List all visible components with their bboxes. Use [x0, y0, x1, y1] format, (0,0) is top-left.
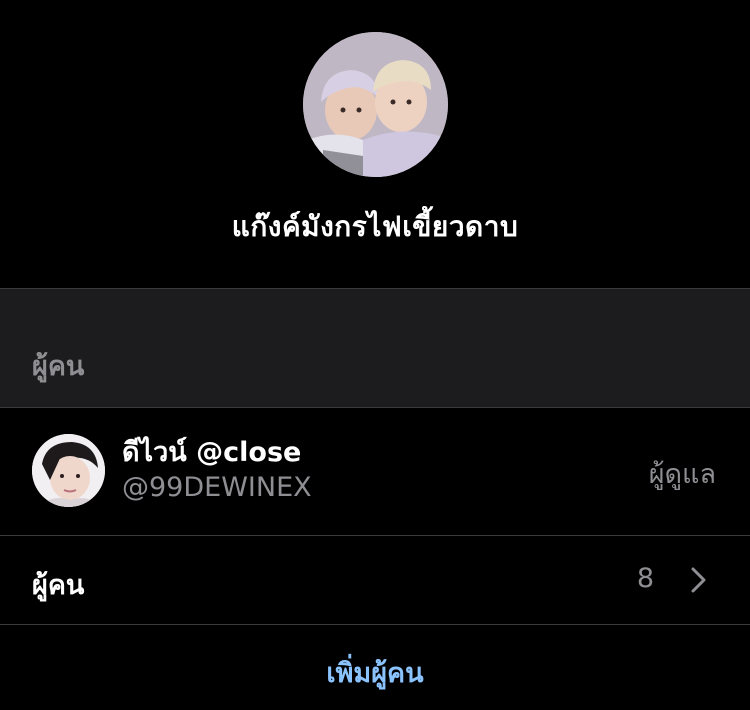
people-count: 8	[636, 563, 654, 594]
group-avatar[interactable]	[303, 32, 448, 177]
member-name: ดีไวน์ @close	[122, 437, 302, 468]
member-avatar[interactable]	[32, 434, 105, 507]
member-handle: @99DEWINEX	[122, 472, 312, 503]
group-name: แก๊งค์มังกรไฟเขี้ยวดาบ	[231, 210, 519, 243]
add-people-label: เพิ่มผู้คน	[326, 658, 424, 689]
people-row[interactable]: ผู้คน 8	[0, 536, 750, 624]
member-role-label: ผู้ดูแล	[648, 459, 716, 490]
member-photo-icon	[32, 434, 105, 507]
section-title: ผู้คน	[32, 351, 85, 382]
group-photo-icon	[303, 32, 448, 177]
member-row[interactable]: ดีไวน์ @close @99DEWINEX ผู้ดูแล	[0, 408, 750, 535]
section-header: ผู้คน	[0, 289, 750, 407]
chevron-right-icon	[691, 567, 706, 593]
group-header: แก๊งค์มังกรไฟเขี้ยวดาบ	[0, 0, 750, 288]
people-label: ผู้คน	[32, 570, 85, 601]
add-people-button[interactable]: เพิ่มผู้คน	[0, 625, 750, 710]
